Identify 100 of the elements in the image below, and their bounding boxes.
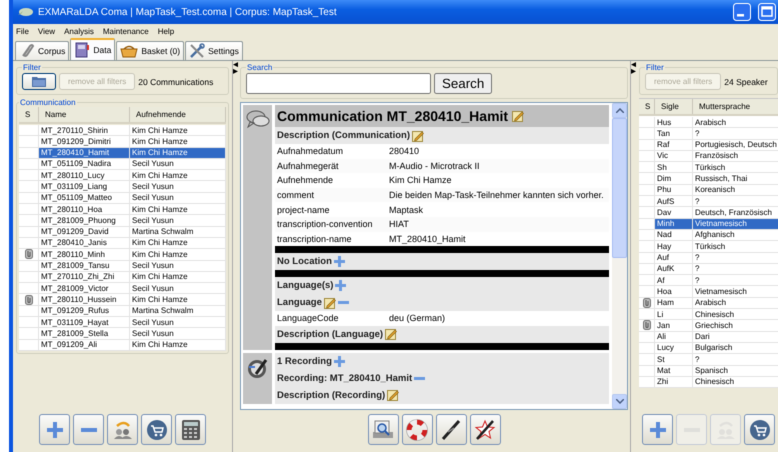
assign-button[interactable] — [107, 414, 138, 445]
table-row[interactable]: Lucy Bulgarisch — [639, 342, 778, 354]
table-row[interactable]: MT_051109_Nadira Secil Yusun — [19, 158, 226, 170]
table-row[interactable]: Phu Koreanisch — [639, 184, 778, 196]
table-row[interactable]: Ham Arabisch — [639, 298, 778, 310]
table-cell: Dari — [693, 332, 778, 343]
table-row[interactable]: Minh Vietnamesisch — [639, 218, 778, 230]
table-row[interactable]: Jan Griechisch — [639, 320, 778, 332]
section-title: Description (Communication) — [277, 130, 410, 141]
table-row[interactable]: MT_280110_Minh Kim Chi Hamze — [19, 249, 226, 261]
table-row[interactable]: Vic Französisch — [639, 150, 778, 162]
table-row[interactable]: Mat Spanisch — [639, 366, 778, 377]
table-row[interactable]: MT_091209_Ali Kim Chi Hamze — [19, 340, 226, 351]
column-header[interactable]: Aufnehmende — [130, 107, 226, 122]
table-row[interactable]: Li Chinesisch — [639, 309, 778, 320]
people-arrow-icon — [112, 420, 134, 440]
table-row[interactable]: Af ? — [639, 275, 778, 286]
table-row[interactable]: St ? — [639, 354, 778, 366]
table-row[interactable]: Ali Dari — [639, 332, 778, 343]
table-cell: Dim — [655, 173, 693, 185]
basket-button[interactable] — [744, 414, 775, 445]
table-row[interactable]: MT_280110_Lucy Kim Chi Hamze — [19, 170, 226, 182]
table-row[interactable]: MT_091209_David Martina Schwalm — [19, 226, 226, 238]
table-row[interactable]: MT_270110_Zhi_Zhi Kim Chi Hamze — [19, 272, 226, 284]
table-row[interactable]: MT_031109_Liang Secil Yusun — [19, 181, 226, 193]
minimize-button[interactable] — [733, 3, 751, 21]
table-row[interactable]: MT_281009_Victor Secil Yusun — [19, 283, 226, 294]
table-row[interactable]: Dim Russisch, Thai — [639, 173, 778, 185]
table-cell: MT_281009_Victor — [39, 283, 130, 294]
table-cell: Griechisch — [693, 320, 778, 332]
add-button[interactable] — [39, 414, 70, 445]
calculator-button[interactable] — [175, 414, 206, 445]
search-field[interactable] — [246, 73, 431, 94]
column-header[interactable]: Name — [39, 107, 130, 122]
edit-icon[interactable] — [412, 130, 424, 142]
collapse-arrows-icon[interactable] — [233, 61, 238, 75]
column-header[interactable]: S — [19, 107, 39, 122]
table-row[interactable]: MT_280110_Hussein Kim Chi Hamze — [19, 294, 226, 306]
table-row[interactable]: MT_280410_Hamit Kim Chi Hamze — [19, 148, 226, 159]
table-row[interactable]: Nad Afghanisch — [639, 230, 778, 242]
table-row[interactable]: Sh Türkisch — [639, 162, 778, 174]
table-row[interactable]: Dav Deutsch, Französisch — [639, 207, 778, 219]
edit-icon[interactable] — [512, 110, 524, 122]
table-row[interactable]: MT_270110_Shirin Kim Chi Hamze — [19, 125, 226, 136]
table-row[interactable]: Hus Arabisch — [639, 117, 778, 128]
help-button[interactable] — [402, 414, 432, 445]
tab[interactable]: Basket (0) — [116, 41, 184, 60]
table-row[interactable]: AufS ? — [639, 196, 778, 208]
table-cell: Tan — [655, 128, 693, 140]
table-row[interactable]: MT_091209_Rufus Martina Schwalm — [19, 306, 226, 318]
menu-item[interactable]: Analysis — [64, 27, 94, 36]
field-value: 280410 — [389, 146, 420, 156]
group-title: Communication — [19, 98, 77, 107]
tab[interactable]: Data — [70, 38, 116, 60]
column-header[interactable]: S — [639, 99, 655, 114]
clip-icon — [642, 298, 650, 308]
field-value: MT_280410_Hamit — [389, 234, 467, 244]
tab[interactable]: Corpus — [15, 41, 70, 60]
table-row[interactable]: MT_280410_Janis Kim Chi Hamze — [19, 238, 226, 250]
maximize-button[interactable] — [758, 3, 776, 21]
menu-item[interactable]: Help — [158, 27, 174, 36]
table-row[interactable]: MT_091209_Dimitri Kim Chi Hamze — [19, 136, 226, 148]
menu-item[interactable]: Maintenance — [102, 27, 149, 36]
link-button[interactable] — [436, 414, 466, 445]
table-row[interactable]: AufK ? — [639, 264, 778, 276]
table-row[interactable]: Auf ? — [639, 252, 778, 264]
basket-button[interactable] — [141, 414, 172, 445]
table-row[interactable]: Zhi Chinesisch — [639, 376, 778, 388]
menu-item[interactable]: File — [16, 27, 29, 36]
table-row[interactable]: MT_051109_Matteo Secil Yusun — [19, 192, 226, 204]
remove-button[interactable] — [73, 414, 104, 445]
table-row[interactable]: Hay Türkisch — [639, 241, 778, 253]
collapse-arrows-icon[interactable] — [631, 61, 636, 75]
section-title: Description (Language) — [277, 328, 384, 340]
table-row[interactable]: MT_031109_Hayat Secil Yusun — [19, 317, 226, 328]
table-cell: Afghanisch — [693, 230, 778, 242]
table-row[interactable]: Tan ? — [639, 128, 778, 140]
table-row[interactable]: Raf Portugiesisch, Deutsch — [639, 140, 778, 151]
section-title: Recording: MT_280410_Hamit — [277, 372, 412, 384]
table-row[interactable]: MT_280110_Hoa Kim Chi Hamze — [19, 204, 226, 216]
edit-icon[interactable] — [385, 328, 398, 340]
table-cell: Vietnamesisch — [693, 286, 778, 298]
edit-icon[interactable] — [387, 389, 400, 402]
filter-button[interactable] — [22, 73, 56, 90]
tab[interactable]: Settings — [185, 41, 243, 60]
table-row[interactable]: MT_281009_Stella Secil Yusun — [19, 328, 226, 340]
table-row[interactable]: Hoa Vietnamesisch — [639, 286, 778, 298]
group-title: Filter — [645, 63, 665, 72]
column-header[interactable]: Sigle — [655, 99, 693, 114]
table-row[interactable]: MT_281009_Tansu Secil Yusun — [19, 260, 226, 272]
table-row[interactable]: MT_281009_Phuong Secil Yusun — [19, 215, 226, 227]
column-header[interactable]: Muttersprache — [693, 99, 778, 114]
scroll-bar[interactable] — [612, 103, 627, 409]
menu-item[interactable]: View — [38, 27, 56, 36]
edit-icon[interactable] — [324, 296, 336, 309]
preview-button[interactable] — [368, 414, 398, 445]
search-button[interactable]: Search — [434, 73, 492, 94]
unlink-button[interactable] — [470, 414, 500, 445]
add-button[interactable] — [642, 414, 673, 445]
table-cell: MT_031109_Hayat — [39, 317, 130, 328]
